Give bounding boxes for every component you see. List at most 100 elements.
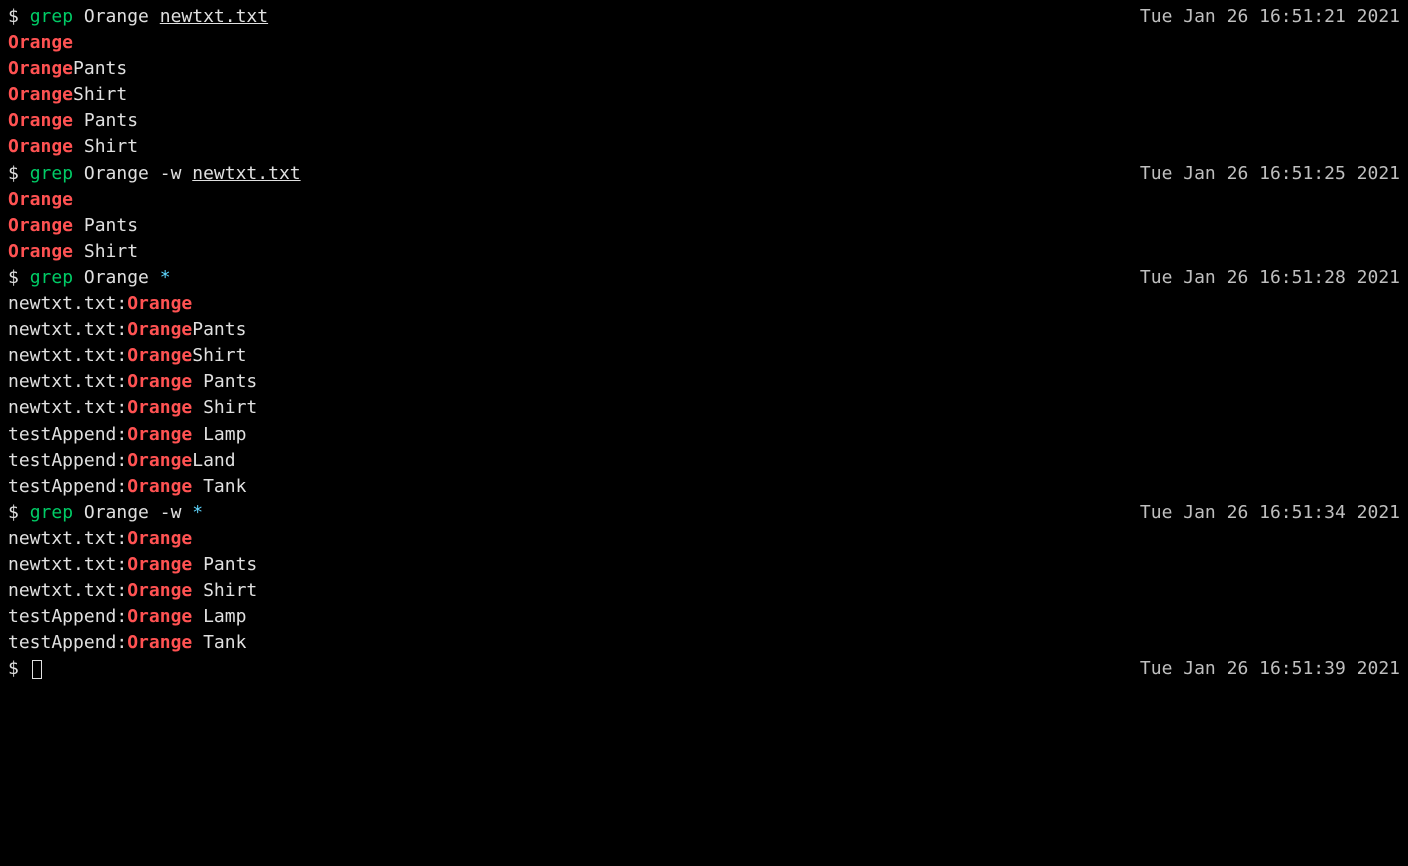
output-line: testAppend:Orange Lamp — [8, 422, 1400, 448]
output-file-prefix: newtxt.txt: — [8, 580, 127, 601]
grep-match: Orange — [127, 450, 192, 471]
output-suffix: Shirt — [192, 345, 246, 366]
grep-match: Orange — [8, 189, 73, 210]
output-line: newtxt.txt:Orange — [8, 526, 1400, 552]
output-line: newtxt.txt:Orange — [8, 291, 1400, 317]
output-suffix: Shirt — [73, 84, 127, 105]
output-line: Orange — [8, 187, 1400, 213]
output-file-prefix: newtxt.txt: — [8, 371, 127, 392]
command-file: newtxt.txt — [160, 6, 268, 27]
grep-match: Orange — [127, 580, 192, 601]
grep-match: Orange — [127, 371, 192, 392]
output-suffix: Tank — [192, 632, 246, 653]
output-line: newtxt.txt:OrangeShirt — [8, 343, 1400, 369]
output-suffix: Land — [192, 450, 235, 471]
output-line: Orange Shirt — [8, 239, 1400, 265]
prompt-symbol: $ — [8, 6, 30, 27]
grep-match: Orange — [8, 215, 73, 236]
timestamp: Tue Jan 26 16:51:39 2021 — [1140, 656, 1400, 682]
output-suffix: Pants — [73, 58, 127, 79]
output-file-prefix: newtxt.txt: — [8, 528, 127, 549]
grep-match: Orange — [8, 84, 73, 105]
output-suffix: Lamp — [192, 424, 246, 445]
grep-match: Orange — [8, 136, 73, 157]
output-file-prefix: testAppend: — [8, 450, 127, 471]
output-line: Orange Shirt — [8, 134, 1400, 160]
output-file-prefix: testAppend: — [8, 476, 127, 497]
timestamp: Tue Jan 26 16:51:21 2021 — [1140, 4, 1400, 30]
command-arg: Orange — [84, 502, 160, 523]
prompt-symbol: $ — [8, 267, 30, 288]
output-line: testAppend:Orange Tank — [8, 630, 1400, 656]
grep-match: Orange — [127, 554, 192, 575]
terminal[interactable]: $ grep Orange newtxt.txt Tue Jan 26 16:51… — [8, 4, 1400, 682]
output-line: OrangeShirt — [8, 82, 1400, 108]
output-line: newtxt.txt:OrangePants — [8, 317, 1400, 343]
output-file-prefix: newtxt.txt: — [8, 554, 127, 575]
output-suffix: Shirt — [192, 580, 257, 601]
prompt-symbol: $ — [8, 658, 30, 679]
prompt-line-active[interactable]: $ Tue Jan 26 16:51:39 2021 — [8, 656, 1400, 682]
output-suffix: Pants — [73, 215, 138, 236]
output-line: testAppend:OrangeLand — [8, 448, 1400, 474]
grep-match: Orange — [127, 319, 192, 340]
command-flag: -w — [160, 163, 193, 184]
grep-match: Orange — [8, 58, 73, 79]
output-suffix: Lamp — [192, 606, 246, 627]
timestamp: Tue Jan 26 16:51:28 2021 — [1140, 265, 1400, 291]
wildcard-glob: * — [160, 267, 171, 288]
grep-match: Orange — [8, 32, 73, 53]
grep-match: Orange — [127, 632, 192, 653]
grep-match: Orange — [127, 476, 192, 497]
grep-match: Orange — [8, 110, 73, 131]
grep-match: Orange — [127, 606, 192, 627]
output-line: newtxt.txt:Orange Shirt — [8, 395, 1400, 421]
command-file: newtxt.txt — [192, 163, 300, 184]
prompt-line[interactable]: $ grep Orange -w newtxt.txtTue Jan 26 16… — [8, 161, 1400, 187]
output-line: Orange — [8, 30, 1400, 56]
cursor-icon — [32, 660, 43, 680]
output-suffix: Pants — [73, 110, 138, 131]
grep-match: Orange — [127, 424, 192, 445]
output-suffix: Pants — [192, 554, 257, 575]
output-line: newtxt.txt:Orange Shirt — [8, 578, 1400, 604]
command-arg: Orange — [84, 163, 160, 184]
output-suffix: Pants — [192, 319, 246, 340]
output-line: newtxt.txt:Orange Pants — [8, 369, 1400, 395]
output-suffix: Shirt — [73, 241, 138, 262]
wildcard-glob: * — [192, 502, 203, 523]
command-name: grep — [30, 502, 84, 523]
output-file-prefix: newtxt.txt: — [8, 293, 127, 314]
timestamp: Tue Jan 26 16:51:25 2021 — [1140, 161, 1400, 187]
command-flag: -w — [160, 502, 193, 523]
grep-match: Orange — [127, 345, 192, 366]
output-file-prefix: newtxt.txt: — [8, 397, 127, 418]
prompt-line[interactable]: $ grep Orange -w * Tue Jan 26 16:51:34 20… — [8, 500, 1400, 526]
output-file-prefix: newtxt.txt: — [8, 345, 127, 366]
command-arg: Orange — [84, 6, 160, 27]
output-file-prefix: newtxt.txt: — [8, 319, 127, 340]
output-suffix: Tank — [192, 476, 246, 497]
output-line: Orange Pants — [8, 108, 1400, 134]
output-suffix: Shirt — [73, 136, 138, 157]
command-name: grep — [30, 6, 84, 27]
command-name: grep — [30, 267, 84, 288]
prompt-symbol: $ — [8, 163, 30, 184]
output-line: OrangePants — [8, 56, 1400, 82]
grep-match: Orange — [127, 293, 192, 314]
output-file-prefix: testAppend: — [8, 632, 127, 653]
output-line: Orange Pants — [8, 213, 1400, 239]
output-suffix: Pants — [192, 371, 257, 392]
output-line: testAppend:Orange Lamp — [8, 604, 1400, 630]
grep-match: Orange — [8, 241, 73, 262]
output-suffix: Shirt — [192, 397, 257, 418]
output-file-prefix: testAppend: — [8, 424, 127, 445]
prompt-line[interactable]: $ grep Orange *Tue Jan 26 16:51:28 2021 — [8, 265, 1400, 291]
prompt-symbol: $ — [8, 502, 30, 523]
grep-match: Orange — [127, 397, 192, 418]
timestamp: Tue Jan 26 16:51:34 2021 — [1140, 500, 1400, 526]
output-line: testAppend:Orange Tank — [8, 474, 1400, 500]
output-line: newtxt.txt:Orange Pants — [8, 552, 1400, 578]
output-file-prefix: testAppend: — [8, 606, 127, 627]
prompt-line[interactable]: $ grep Orange newtxt.txt Tue Jan 26 16:51… — [8, 4, 1400, 30]
